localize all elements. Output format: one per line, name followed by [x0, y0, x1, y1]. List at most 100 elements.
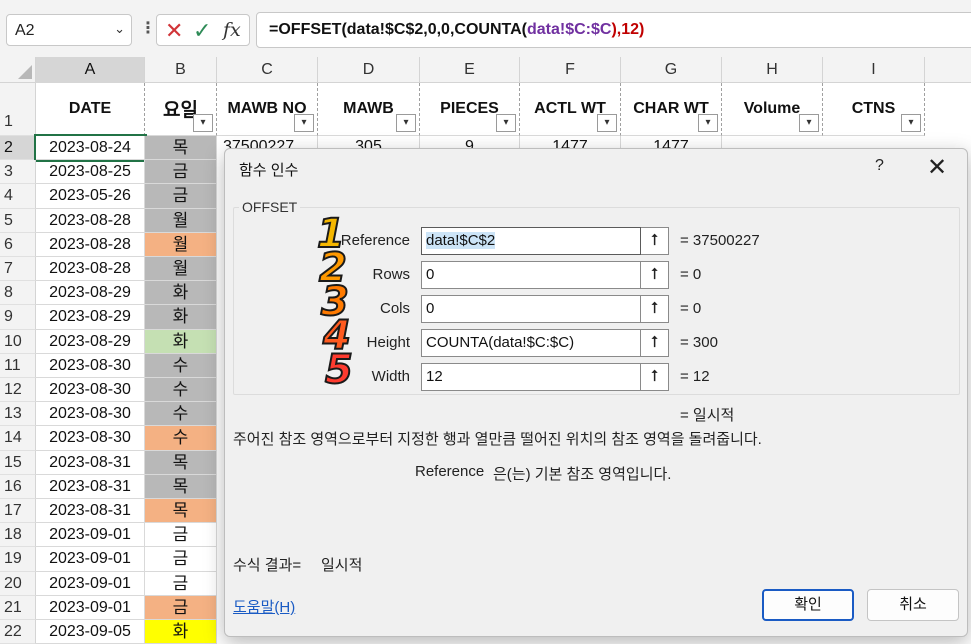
- row-number[interactable]: 6: [0, 232, 36, 257]
- row-number[interactable]: 21: [0, 595, 36, 620]
- cancel-button[interactable]: 취소: [867, 589, 959, 621]
- row-number[interactable]: 8: [0, 281, 36, 306]
- close-icon[interactable]: ✕: [927, 153, 947, 182]
- weekday-cell[interactable]: 금: [145, 523, 217, 548]
- weekday-cell[interactable]: 금: [145, 547, 217, 572]
- data-cell[interactable]: 37500227: [217, 136, 318, 148]
- date-cell[interactable]: 2023-08-24: [34, 133, 147, 163]
- weekday-cell[interactable]: 수: [145, 402, 217, 427]
- help-link[interactable]: 도움말(H): [233, 596, 295, 617]
- row-number[interactable]: 4: [0, 184, 36, 209]
- filter-dropdown-icon[interactable]: ▾: [396, 114, 416, 132]
- weekday-cell[interactable]: 월: [145, 232, 217, 257]
- row-number[interactable]: 15: [0, 450, 36, 475]
- date-cell[interactable]: 2023-08-31: [36, 499, 145, 524]
- weekday-cell[interactable]: 목: [145, 450, 217, 475]
- date-cell[interactable]: 2023-08-28: [36, 208, 145, 233]
- name-box[interactable]: A2 ⌄: [6, 14, 132, 46]
- date-cell[interactable]: 2023-09-05: [36, 620, 145, 644]
- filter-dropdown-icon[interactable]: ▾: [496, 114, 516, 132]
- filter-dropdown-icon[interactable]: ▾: [597, 114, 617, 132]
- column-header-d[interactable]: D: [318, 57, 420, 83]
- header-cell[interactable]: ACTL WT ▾: [520, 83, 621, 136]
- header-cell[interactable]: CHAR WT ▾: [621, 83, 722, 136]
- date-cell[interactable]: 2023-08-30: [36, 353, 145, 378]
- argument-input[interactable]: COUNTA(data!$C:$C): [421, 329, 641, 357]
- header-cell[interactable]: Volume ▾: [722, 83, 823, 136]
- data-cell[interactable]: 305: [318, 136, 420, 148]
- weekday-cell[interactable]: 수: [145, 426, 217, 451]
- row-number[interactable]: 1: [0, 83, 36, 136]
- row-number[interactable]: 17: [0, 499, 36, 524]
- date-cell[interactable]: 2023-08-30: [36, 378, 145, 403]
- argument-input[interactable]: data!$C$2: [421, 227, 641, 255]
- row-number[interactable]: 7: [0, 257, 36, 282]
- row-number[interactable]: 22: [0, 620, 36, 644]
- date-cell[interactable]: 2023-09-01: [36, 595, 145, 620]
- column-header-a[interactable]: A: [36, 57, 145, 83]
- collapse-dialog-icon[interactable]: ⭡: [641, 227, 669, 255]
- weekday-cell[interactable]: 월: [145, 208, 217, 233]
- filter-dropdown-icon[interactable]: ▾: [698, 114, 718, 132]
- select-all-button[interactable]: [0, 57, 36, 83]
- date-cell[interactable]: 2023-08-29: [36, 305, 145, 330]
- header-cell[interactable]: 요일 ▾: [145, 83, 217, 136]
- row-number[interactable]: 18: [0, 523, 36, 548]
- formula-input[interactable]: =OFFSET(data!$C$2,0,0,COUNTA(data!$C:$C)…: [256, 12, 971, 48]
- filter-dropdown-icon[interactable]: ▾: [901, 114, 921, 132]
- row-number[interactable]: 14: [0, 426, 36, 451]
- data-cell[interactable]: 1477: [621, 136, 722, 148]
- row-number[interactable]: 19: [0, 547, 36, 572]
- weekday-cell[interactable]: 금: [145, 184, 217, 209]
- date-cell[interactable]: 2023-08-29: [36, 281, 145, 306]
- collapse-dialog-icon[interactable]: ⭡: [641, 295, 669, 323]
- date-cell[interactable]: 2023-09-01: [36, 523, 145, 548]
- help-icon[interactable]: ?: [875, 157, 884, 175]
- ok-button[interactable]: 확인: [762, 589, 854, 621]
- argument-input[interactable]: 0: [421, 261, 641, 289]
- checkmark-icon[interactable]: ✓: [193, 18, 211, 44]
- row-number[interactable]: 2: [0, 136, 36, 161]
- column-header-f[interactable]: F: [520, 57, 621, 83]
- more-options-icon[interactable]: ⋮: [140, 18, 156, 38]
- date-cell[interactable]: 2023-05-26: [36, 184, 145, 209]
- data-cell[interactable]: 9: [420, 136, 520, 148]
- date-cell[interactable]: 2023-08-28: [36, 232, 145, 257]
- date-cell[interactable]: 2023-09-01: [36, 547, 145, 572]
- weekday-cell[interactable]: 목: [145, 474, 217, 499]
- row-number[interactable]: 11: [0, 353, 36, 378]
- header-cell[interactable]: CTNS ▾: [823, 83, 925, 136]
- date-cell[interactable]: 2023-08-30: [36, 402, 145, 427]
- row-number[interactable]: 3: [0, 160, 36, 185]
- weekday-cell[interactable]: 화: [145, 620, 217, 644]
- argument-input[interactable]: 12: [421, 363, 641, 391]
- argument-input[interactable]: 0: [421, 295, 641, 323]
- weekday-cell[interactable]: 금: [145, 595, 217, 620]
- row-number[interactable]: 16: [0, 474, 36, 499]
- column-header-b[interactable]: B: [145, 57, 217, 83]
- weekday-cell[interactable]: 금: [145, 571, 217, 596]
- date-cell[interactable]: 2023-08-25: [36, 160, 145, 185]
- row-number[interactable]: 20: [0, 571, 36, 596]
- cancel-icon[interactable]: ✕: [165, 18, 183, 44]
- collapse-dialog-icon[interactable]: ⭡: [641, 363, 669, 391]
- column-header-i[interactable]: I: [823, 57, 925, 83]
- date-cell[interactable]: 2023-08-31: [36, 450, 145, 475]
- row-number[interactable]: 13: [0, 402, 36, 427]
- insert-function-icon[interactable]: fx: [223, 19, 241, 41]
- date-cell[interactable]: 2023-08-29: [36, 329, 145, 354]
- column-header-g[interactable]: G: [621, 57, 722, 83]
- header-cell[interactable]: PIECES ▾: [420, 83, 520, 136]
- filter-dropdown-icon[interactable]: ▾: [294, 114, 314, 132]
- weekday-cell[interactable]: 수: [145, 353, 217, 378]
- data-cell[interactable]: 1477: [520, 136, 621, 148]
- column-header-e[interactable]: E: [420, 57, 520, 83]
- collapse-dialog-icon[interactable]: ⭡: [641, 329, 669, 357]
- row-number[interactable]: 5: [0, 208, 36, 233]
- row-number[interactable]: 10: [0, 329, 36, 354]
- weekday-cell[interactable]: 수: [145, 378, 217, 403]
- column-header-c[interactable]: C: [217, 57, 318, 83]
- filter-dropdown-icon[interactable]: ▾: [799, 114, 819, 132]
- header-cell[interactable]: DATE: [36, 83, 145, 136]
- collapse-dialog-icon[interactable]: ⭡: [641, 261, 669, 289]
